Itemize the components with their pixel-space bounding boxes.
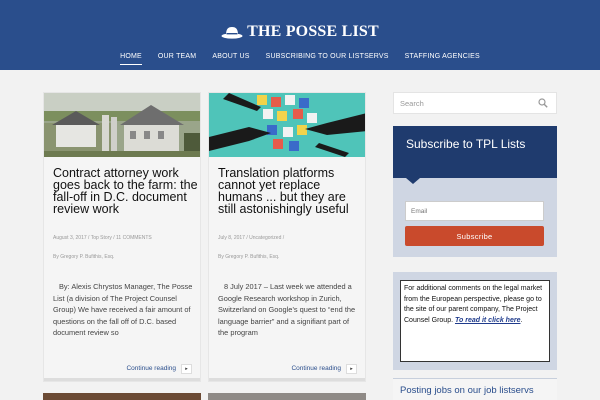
- search-input[interactable]: [394, 93, 534, 113]
- jobs-title[interactable]: Posting jobs on our job listservs: [400, 385, 534, 396]
- nav-item-home[interactable]: HOME: [120, 53, 142, 65]
- subscribe-header: Subscribe to TPL Lists: [393, 126, 557, 178]
- post-excerpt: 8 July 2017 – Last week we attended a Go…: [218, 282, 356, 338]
- card-divider: [209, 378, 365, 381]
- post-author: By Gregory P. Bufithis, Esq.: [218, 254, 280, 260]
- arrow-right-icon[interactable]: ▸: [346, 364, 357, 374]
- pointer-arrow-icon: [406, 178, 420, 184]
- nav-item-our-team[interactable]: OUR TEAM: [158, 53, 196, 65]
- notice-widget: For additional comments on the legal mar…: [393, 272, 557, 370]
- search-widget: [393, 92, 557, 114]
- farm-image[interactable]: [44, 93, 200, 157]
- continue-reading-link[interactable]: Continue reading: [291, 365, 341, 372]
- jobs-widget: Posting jobs on our job listservs: [393, 378, 557, 400]
- post-title[interactable]: Contract attorney work goes back to the …: [53, 167, 198, 216]
- card-divider: [44, 378, 200, 381]
- site-title: THE POSSE LIST: [247, 23, 379, 40]
- post-author: By Gregory P. Bufithis, Esq.: [53, 254, 115, 260]
- nav-item-staffing-agencies[interactable]: STAFFING AGENCIES: [405, 53, 480, 65]
- post-excerpt: By: Alexis Chrystos Manager, The Posse L…: [53, 282, 193, 338]
- post-card-thumbnail[interactable]: [208, 393, 366, 400]
- site-logo[interactable]: THE POSSE LIST: [0, 23, 600, 41]
- nav-item-about-us[interactable]: ABOUT US: [212, 53, 249, 65]
- post-card: Translation platforms cannot yet replace…: [208, 92, 366, 382]
- subscribe-button[interactable]: Subscribe: [405, 226, 544, 246]
- continue-reading-link[interactable]: Continue reading: [126, 365, 176, 372]
- notice-suffix: .: [520, 316, 523, 324]
- post-title[interactable]: Translation platforms cannot yet replace…: [218, 167, 363, 216]
- main-nav: HOME OUR TEAM ABOUT US SUBSCRIBING TO OU…: [0, 53, 600, 65]
- post-meta: August 3, 2017 / Top Story / 11 COMMENTS: [53, 235, 152, 241]
- arrow-right-icon[interactable]: ▸: [181, 364, 192, 374]
- nav-item-subscribing[interactable]: SUBSCRIBING TO OUR LISTSERVS: [266, 53, 389, 65]
- email-field[interactable]: [405, 201, 544, 221]
- notice-box: For additional comments on the legal mar…: [400, 280, 550, 362]
- site-header: THE POSSE LIST HOME OUR TEAM ABOUT US SU…: [0, 0, 600, 70]
- subscribe-title: Subscribe to TPL Lists: [406, 137, 526, 151]
- post-card-thumbnail[interactable]: [43, 393, 201, 400]
- read-it-link[interactable]: To read it click here: [455, 317, 521, 324]
- subscribe-widget: Subscribe to TPL Lists Subscribe: [393, 126, 557, 257]
- translation-image[interactable]: [209, 93, 365, 157]
- post-card: Contract attorney work goes back to the …: [43, 92, 201, 382]
- hat-icon: [221, 27, 243, 39]
- search-icon[interactable]: [538, 98, 548, 108]
- post-meta: July 8, 2017 / Uncategorized /: [218, 235, 285, 241]
